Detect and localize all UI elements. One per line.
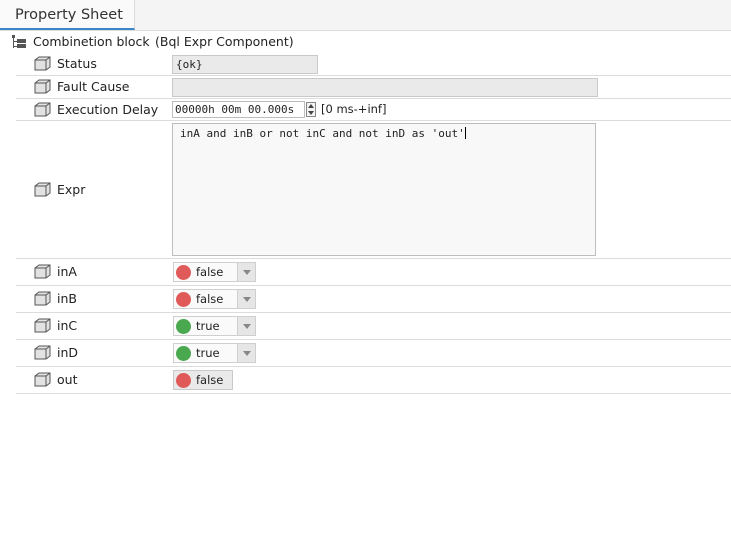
property-row-out: out false [16, 367, 731, 394]
dropdown-value: true [196, 346, 220, 360]
tree-icon [12, 35, 26, 48]
cube-icon [34, 372, 51, 387]
property-label: inC [57, 318, 78, 333]
expr-text: inA and inB or not inC and not inD as 'o… [180, 127, 465, 140]
dropdown-value: false [196, 292, 224, 306]
component-name: Combinetion block [33, 34, 150, 49]
cube-icon [34, 318, 51, 333]
property-label: inD [57, 345, 79, 360]
execution-delay-input[interactable]: 00000h 00m 00.000s [172, 101, 305, 118]
property-label: Fault Cause [57, 79, 130, 94]
text-cursor [464, 127, 466, 139]
status-dot [176, 346, 191, 361]
property-row-status: Status {ok} [16, 53, 731, 76]
status-dot [176, 373, 191, 388]
chevron-down-icon[interactable] [237, 344, 255, 362]
property-label: Execution Delay [57, 102, 159, 117]
chevron-down-icon[interactable] [237, 317, 255, 335]
cube-icon [34, 291, 51, 306]
fault-cause-field [172, 78, 598, 97]
dropdown-value: false [196, 265, 224, 279]
cube-icon [34, 102, 51, 117]
property-label: Expr [57, 182, 86, 197]
property-row-execution-delay: Execution Delay 00000h 00m 00.000s [0 ms… [16, 99, 731, 121]
cube-icon [34, 345, 51, 360]
property-row-inD: inD true [16, 340, 731, 367]
cube-icon [34, 182, 51, 197]
property-row-inA: inA false [16, 259, 731, 286]
tab-bar: Property Sheet [0, 0, 731, 31]
cube-icon [34, 56, 51, 71]
property-row-inC: inC true [16, 313, 731, 340]
spinner-icon[interactable] [306, 102, 316, 117]
component-type: (Bql Expr Component) [155, 34, 294, 49]
tab-property-sheet[interactable]: Property Sheet [0, 0, 135, 30]
property-label: Status [57, 56, 97, 71]
inB-dropdown[interactable]: false [173, 289, 256, 309]
status-dot [176, 319, 191, 334]
chevron-down-icon[interactable] [237, 290, 255, 308]
cube-icon [34, 79, 51, 94]
status-field: {ok} [172, 55, 318, 74]
cube-icon [34, 264, 51, 279]
dropdown-value: true [196, 319, 220, 333]
property-label: inA [57, 264, 77, 279]
property-row-fault-cause: Fault Cause [16, 76, 731, 99]
inD-dropdown[interactable]: true [173, 343, 256, 363]
out-value-field: false [173, 370, 233, 390]
inC-dropdown[interactable]: true [173, 316, 256, 336]
property-label: inB [57, 291, 77, 306]
property-row-inB: inB false [16, 286, 731, 313]
out-value: false [196, 373, 224, 387]
chevron-down-icon[interactable] [237, 263, 255, 281]
status-dot [176, 292, 191, 307]
inA-dropdown[interactable]: false [173, 262, 256, 282]
execution-delay-range: [0 ms-+inf] [321, 102, 387, 116]
property-label: out [57, 372, 78, 387]
property-row-expr: Expr inA and inB or not inC and not inD … [16, 121, 731, 259]
status-dot [176, 265, 191, 280]
expr-textarea[interactable]: inA and inB or not inC and not inD as 'o… [172, 123, 596, 256]
